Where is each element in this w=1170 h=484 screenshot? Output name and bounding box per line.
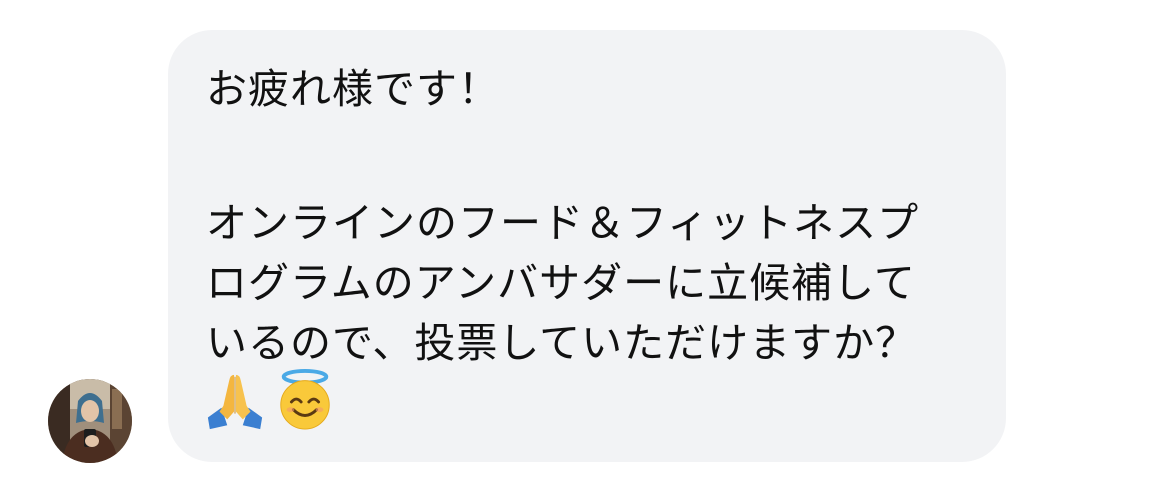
sender-avatar[interactable] [48,379,132,463]
smiling-face-with-halo-icon [280,369,330,430]
folded-hands-icon [207,374,263,430]
avatar-photo-icon [48,379,132,463]
emoji-row [204,368,336,432]
message-line: お疲れ様です！ [206,65,500,113]
message-line: オンラインのフード＆フィットネスプ [206,199,920,247]
message-bubble[interactable]: お疲れ様です！ オンラインのフード＆フィットネスプ ログラムのアンバサダーに立候… [168,30,1006,462]
message-row: お疲れ様です！ オンラインのフード＆フィットネスプ ログラムのアンバサダーに立候… [0,0,1170,484]
message-line: いるので、投票していただけますか？ [206,319,918,367]
message-line: ログラムのアンバサダーに立候補して [206,259,916,307]
